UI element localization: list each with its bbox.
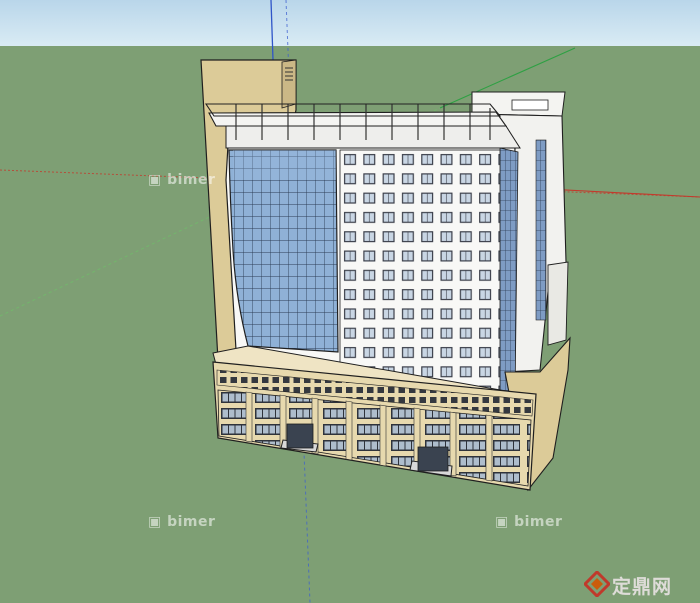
service-block-glass	[535, 139, 547, 321]
watermark-bimer: ▣ bimer	[495, 514, 563, 530]
tower-side-glass	[499, 147, 519, 399]
stair-tower-side	[281, 59, 297, 109]
tower-window-grid	[339, 149, 504, 394]
curtain-wall-top-band	[233, 150, 336, 180]
sketchup-viewport[interactable]: ▣ bimer ▣ bimer ▣ bimer 定鼎网	[0, 0, 700, 603]
entrance-door-right	[417, 446, 449, 472]
entrance-door-left	[286, 423, 314, 449]
logo-diamond-icon	[584, 571, 610, 597]
site-logo: 定鼎网	[582, 568, 698, 600]
watermark-bimer: ▣ bimer	[148, 172, 216, 188]
service-block-lower	[547, 261, 569, 346]
site-logo-text: 定鼎网	[612, 576, 673, 598]
model-scene[interactable]	[0, 0, 700, 603]
service-block-opening	[511, 99, 549, 111]
sky-background	[0, 0, 700, 46]
watermark-bimer: ▣ bimer	[148, 514, 216, 530]
roof-slab	[208, 111, 508, 127]
curtain-wall	[228, 149, 339, 353]
roof-parapet	[225, 125, 521, 149]
